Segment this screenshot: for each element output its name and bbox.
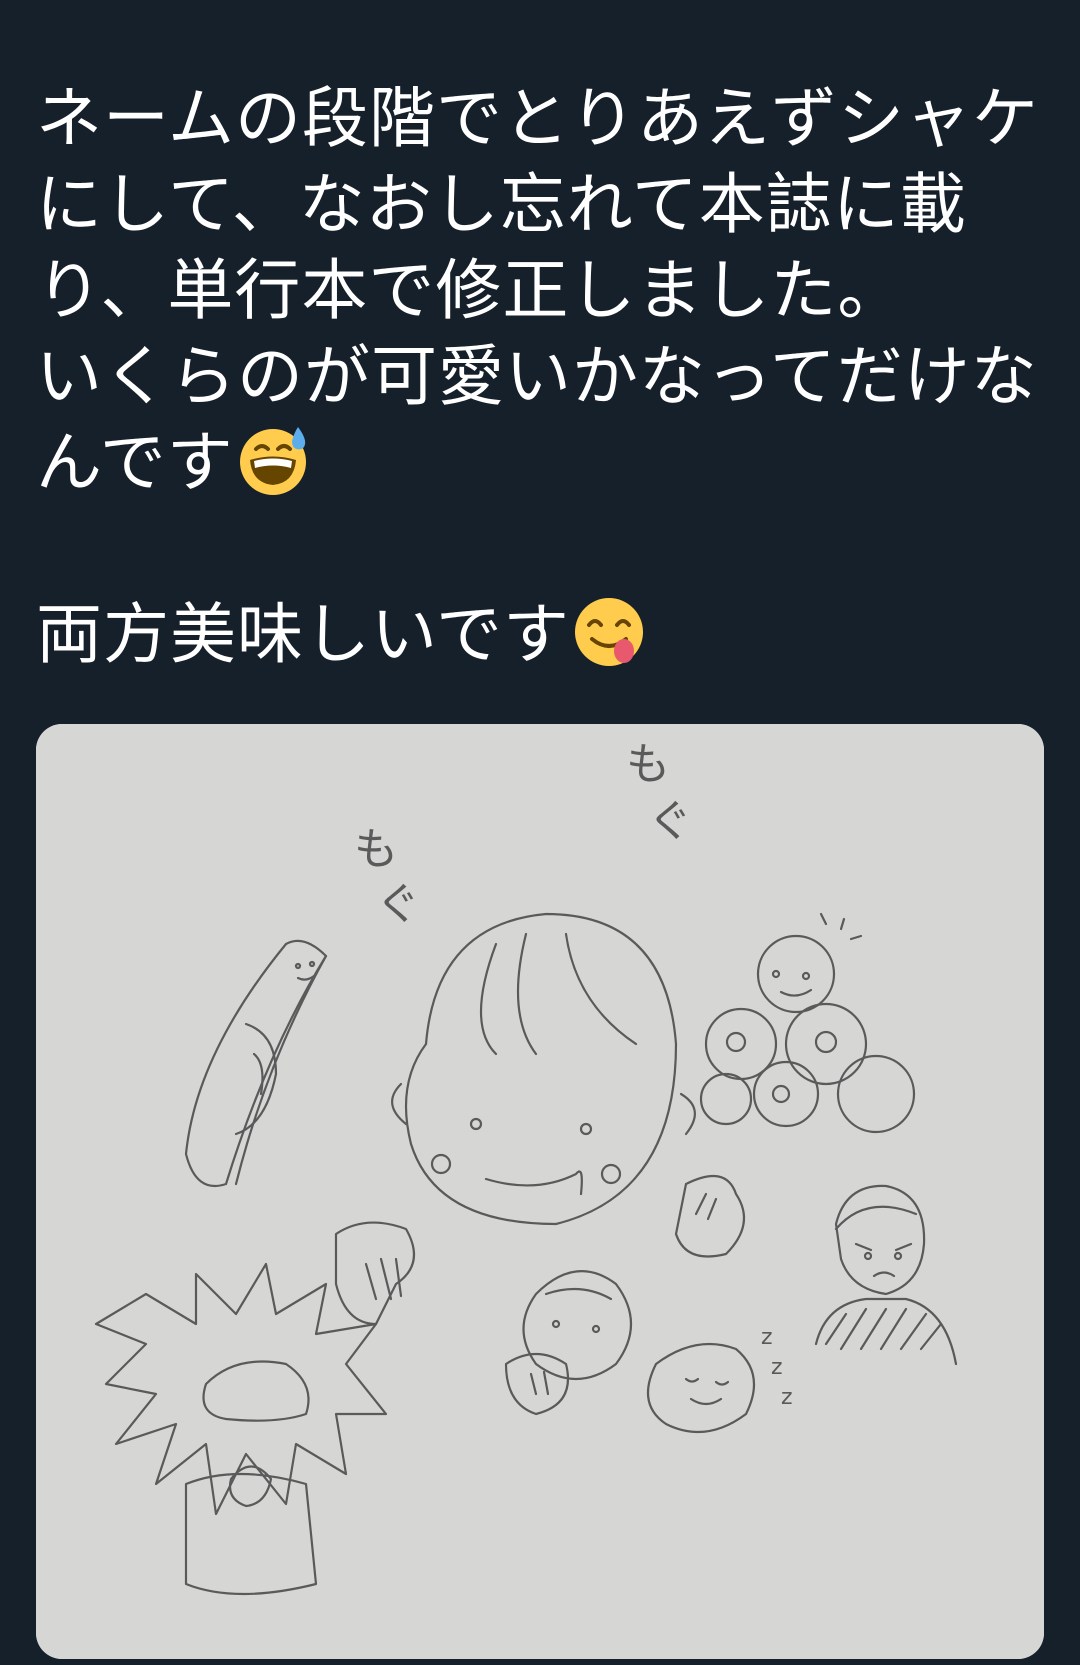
tweet-line-with-emoji: 両方美味しいです [36,592,1046,678]
tweet-line-text: んです [36,424,234,501]
mogu-text: ぐ [376,879,420,930]
tweet-line: にして、なおし忘れて本誌に載 [36,166,967,243]
zzz-text: z [781,1385,793,1410]
tweet-text: ネームの段階でとりあえずシャケ にして、なおし忘れて本誌に載 り、単行本で修正し… [36,76,1046,678]
grinning-face-with-sweat-icon [236,423,310,497]
pencil-drawing: も ぐ も ぐ z z z [36,724,1044,1659]
zzz-text: z [771,1355,783,1380]
tweet-line: いくらのが可愛いかなってだけな [36,338,1038,415]
zzz-text: z [761,1325,773,1350]
mogu-text: も [354,824,398,875]
tweet-line: り、単行本で修正しました。 [36,252,905,329]
mogu-text: も [626,739,670,790]
tweet-line: ネームの段階でとりあえずシャケ [36,80,1040,157]
attached-image[interactable]: も ぐ も ぐ z z z [36,724,1044,1659]
face-savoring-food-icon [572,595,646,669]
mogu-text: ぐ [648,796,692,847]
tweet-line-with-emoji: んです [36,420,1046,506]
tweet-line-text: 両方美味しいです [36,596,571,673]
